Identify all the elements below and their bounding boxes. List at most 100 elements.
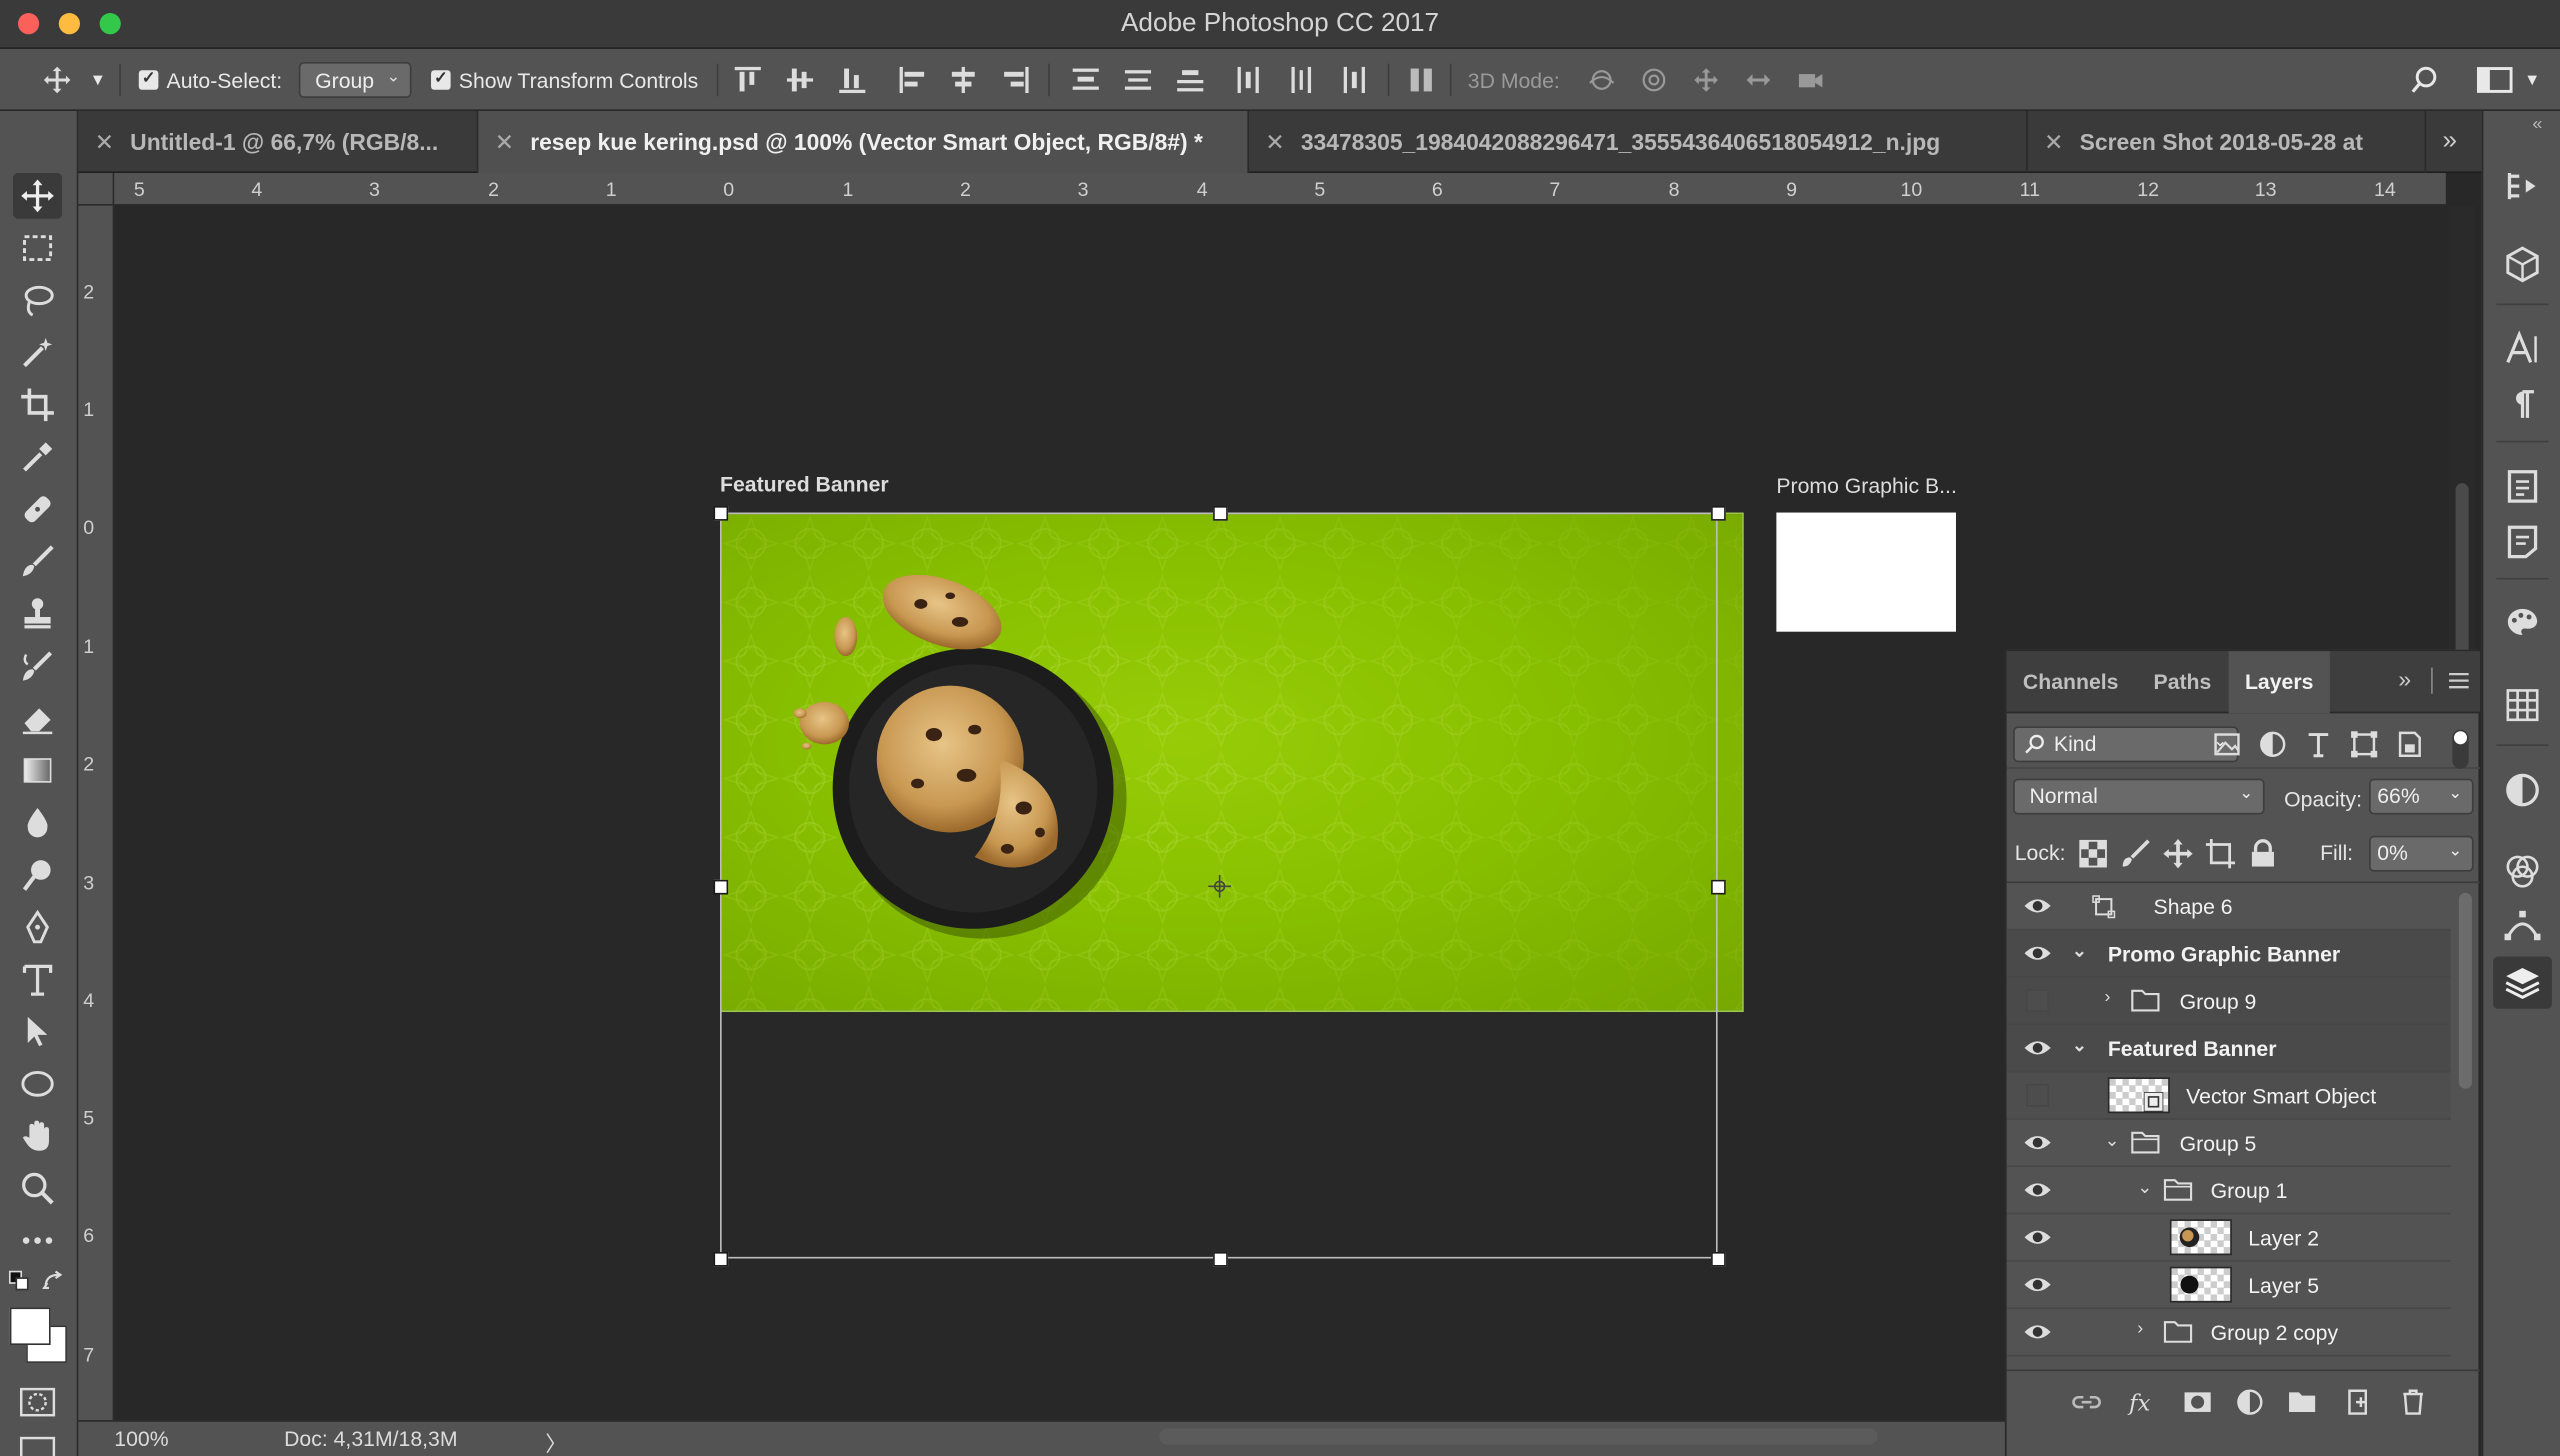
healing-brush-tool[interactable] — [13, 486, 62, 532]
align-right-icon[interactable] — [1001, 65, 1030, 94]
chevron-down-icon[interactable]: ⌄ — [2072, 940, 2087, 962]
distribute-left-icon[interactable] — [1234, 65, 1263, 94]
filter-adjustment-icon[interactable] — [2258, 730, 2287, 759]
3d-slide-icon[interactable] — [1744, 65, 1773, 94]
layer-row-group-5[interactable]: ⌄ Group 5 — [2006, 1120, 2451, 1168]
tab-untitled-1[interactable]: ✕ Untitled-1 @ 66,7% (RGB/8... — [78, 110, 479, 174]
more-tools[interactable] — [13, 1218, 62, 1264]
path-selection-tool[interactable] — [13, 1009, 62, 1055]
promo-graphic-artboard[interactable] — [1776, 512, 1956, 632]
tab-screen-shot[interactable]: ✕ Screen Shot 2018-05-28 at — [2028, 110, 2427, 174]
palette-icon[interactable] — [2503, 604, 2542, 643]
auto-align-layers-icon[interactable] — [1407, 65, 1436, 94]
add-mask-icon[interactable] — [2183, 1387, 2212, 1416]
eraser-tool[interactable] — [13, 695, 62, 741]
eye-icon[interactable] — [2023, 1272, 2052, 1298]
quick-mask-icon[interactable] — [20, 1387, 56, 1417]
eye-icon[interactable] — [2023, 1224, 2052, 1250]
paths-icon[interactable] — [2503, 908, 2542, 947]
close-tab-icon[interactable]: ✕ — [95, 128, 114, 156]
notes-icon[interactable] — [2503, 522, 2542, 561]
move-tool-preset-icon[interactable] — [42, 65, 71, 94]
eye-icon[interactable] — [2023, 1130, 2052, 1156]
show-transform-checkbox[interactable]: ✓ — [431, 70, 451, 90]
hand-tool[interactable] — [13, 1113, 62, 1159]
layer-row-layer-2[interactable]: Layer 2 — [2006, 1214, 2451, 1262]
type-tool[interactable] — [13, 957, 62, 1003]
zoom-level[interactable]: 100% — [114, 1427, 168, 1451]
opacity-input[interactable]: 66% ⌄ — [2369, 778, 2474, 815]
dodge-tool[interactable] — [13, 852, 62, 898]
tab-layers[interactable]: Layers — [2228, 651, 2330, 714]
link-layers-icon[interactable] — [2072, 1387, 2101, 1416]
new-layer-icon[interactable] — [2343, 1387, 2372, 1416]
history-brush-tool[interactable] — [13, 643, 62, 689]
transform-handle[interactable] — [1213, 1251, 1228, 1267]
properties-icon[interactable] — [2503, 467, 2542, 506]
lock-transparent-icon[interactable] — [2078, 839, 2107, 868]
distribute-center-icon[interactable] — [1123, 65, 1152, 94]
new-adjustment-layer-icon[interactable] — [2235, 1387, 2264, 1416]
vertical-ruler[interactable]: 2 1 0 1 2 3 4 5 6 7 — [78, 205, 115, 1421]
collapse-panel-icon[interactable]: » — [2398, 666, 2411, 692]
layer-row-layer-5[interactable]: Layer 5 — [2006, 1262, 2451, 1310]
eye-icon[interactable] — [2023, 1177, 2052, 1203]
filter-shape-icon[interactable] — [2349, 730, 2378, 759]
fill-input[interactable]: 0% ⌄ — [2369, 835, 2474, 872]
delete-layer-icon[interactable] — [2398, 1387, 2427, 1416]
visibility-toggle[interactable] — [2026, 989, 2050, 1013]
close-tab-icon[interactable]: ✕ — [2044, 128, 2063, 156]
promo-artboard-label[interactable]: Promo Graphic B... — [1776, 473, 1956, 497]
chevron-down-icon[interactable]: ⌄ — [2137, 1177, 2152, 1199]
status-menu-arrow[interactable]: 〉 — [545, 1427, 566, 1456]
horizontal-ruler[interactable]: 5 4 3 2 1 0 1 2 3 4 5 6 7 8 9 10 11 12 1… — [114, 173, 2446, 206]
tab-paths[interactable]: Paths — [2137, 651, 2227, 713]
gradient-tool[interactable] — [13, 748, 62, 794]
transform-handle[interactable] — [713, 1251, 729, 1267]
3d-scale-camera-icon[interactable] — [1796, 65, 1825, 94]
crop-tool[interactable] — [13, 382, 62, 428]
clone-stamp-tool[interactable] — [13, 591, 62, 637]
layer-row-group-9[interactable]: › Group 9 — [2006, 977, 2451, 1026]
canvas-horizontal-scrollbar[interactable] — [1159, 1428, 1878, 1445]
filter-type-icon[interactable] — [2304, 730, 2333, 759]
search-icon[interactable] — [2410, 65, 2439, 94]
auto-select-checkbox[interactable]: ✓ — [138, 70, 159, 90]
blur-tool[interactable] — [13, 800, 62, 846]
default-colors-icon[interactable] — [8, 1270, 31, 1293]
swap-colors-icon[interactable] — [42, 1270, 65, 1293]
workspace-icon[interactable] — [2476, 65, 2513, 94]
magic-wand-tool[interactable] — [13, 330, 62, 376]
tab-33478305-jpg[interactable]: ✕ 33478305_1984042088296471_3555436406518… — [1249, 110, 2028, 174]
align-bottom-icon[interactable] — [838, 65, 867, 94]
visibility-toggle[interactable] — [2026, 1083, 2050, 1107]
align-vertical-center-icon[interactable] — [785, 65, 814, 94]
3d-roll-icon[interactable] — [1639, 65, 1668, 94]
chevron-down-icon[interactable]: ⌄ — [2072, 1035, 2087, 1057]
channels-icon[interactable] — [2503, 852, 2542, 891]
marquee-tool[interactable] — [13, 225, 62, 271]
swatches-icon[interactable] — [2503, 686, 2542, 725]
lock-position-icon[interactable] — [2163, 839, 2193, 869]
foreground-color-swatch[interactable] — [9, 1307, 51, 1346]
transform-handle[interactable] — [1711, 1251, 1726, 1267]
distribute-bottom-icon[interactable] — [1176, 65, 1205, 94]
paragraph-icon[interactable] — [2503, 385, 2542, 424]
layer-row-group-1[interactable]: ⌄ Group 1 — [2006, 1167, 2451, 1215]
chevron-down-icon[interactable]: ⌄ — [2105, 1130, 2120, 1151]
panel-menu-icon[interactable] — [2447, 671, 2470, 691]
new-group-icon[interactable] — [2287, 1387, 2316, 1416]
character-icon[interactable] — [2503, 330, 2542, 369]
filter-smart-object-icon[interactable] — [2395, 730, 2424, 759]
move-tool[interactable] — [13, 173, 63, 219]
eye-icon[interactable] — [2023, 1319, 2052, 1345]
tab-channels[interactable]: Channels — [2007, 651, 2135, 713]
tool-preset-chevron-icon[interactable]: ▼ — [90, 49, 106, 111]
3d-icon[interactable] — [2503, 245, 2542, 284]
3d-orbit-icon[interactable] — [1587, 65, 1616, 94]
lock-all-icon[interactable] — [2248, 839, 2277, 868]
featured-banner-artboard-label[interactable]: Featured Banner — [720, 472, 889, 496]
layer-row-shape-6[interactable]: Shape 6 — [2006, 883, 2451, 931]
blend-mode-dropdown[interactable]: Normal ⌄ — [2013, 778, 2265, 815]
layer-row-promo-graphic-banner[interactable]: ⌄ Promo Graphic Banner — [2006, 930, 2451, 978]
